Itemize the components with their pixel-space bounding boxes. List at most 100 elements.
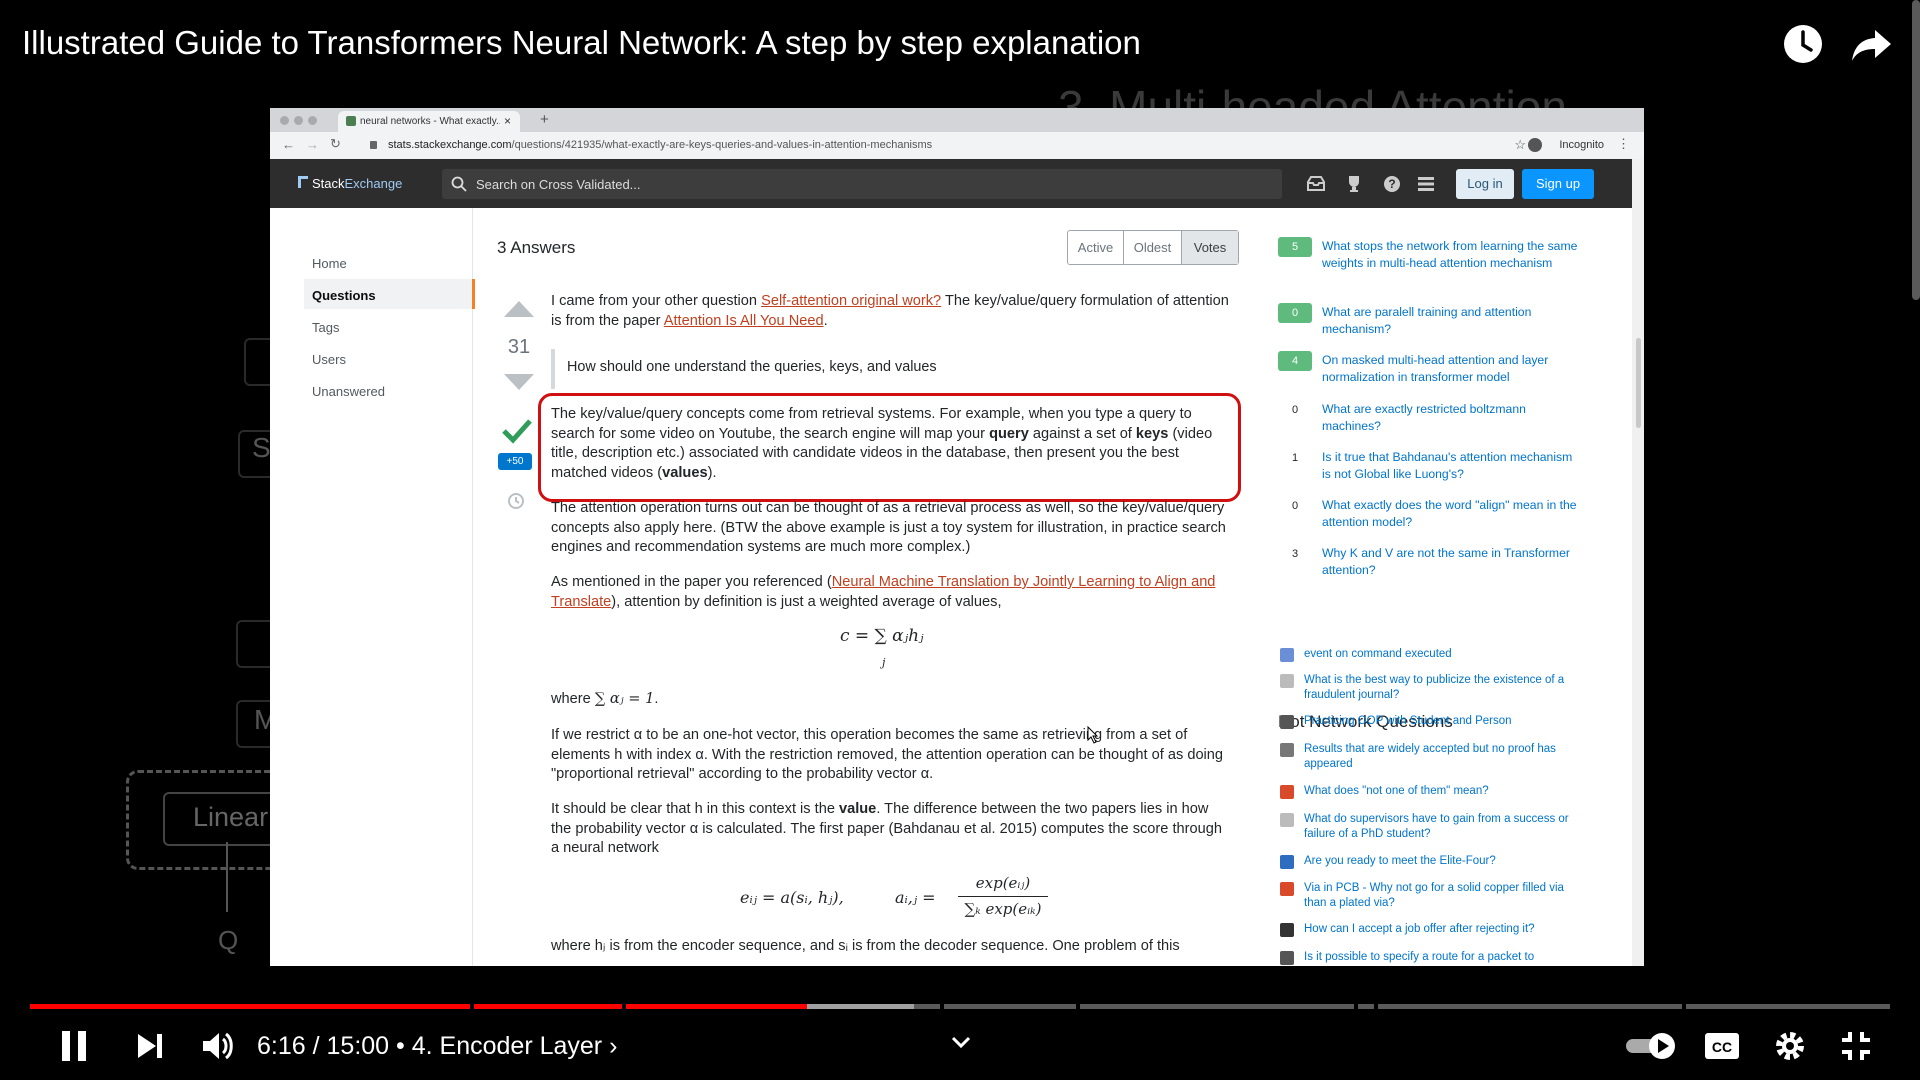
pause-icon[interactable] xyxy=(56,1026,96,1066)
hot-network-question-link[interactable]: What do supervisors have to gain from a … xyxy=(1304,812,1586,842)
settings-gear-icon[interactable] xyxy=(1770,1026,1810,1066)
chapter-marker xyxy=(1354,1003,1358,1010)
time-display: 6:16 / 15:00 • 4. Encoder Layer › xyxy=(257,1032,617,1061)
answer-paragraph: The key/value/query concepts come from r… xyxy=(551,405,1231,484)
browser-window: neural networks - What exactly... × + ← … xyxy=(270,108,1644,966)
answer-link[interactable]: Self-attention original work? xyxy=(761,293,941,309)
time-total: 15:00 xyxy=(326,1032,390,1060)
reload-icon[interactable]: ↻ xyxy=(330,136,341,152)
background-linear-label: Linear xyxy=(193,802,269,832)
inbox-icon[interactable] xyxy=(1306,174,1326,194)
new-tab-icon[interactable]: + xyxy=(540,111,549,128)
answer-emphasis: values xyxy=(662,465,708,482)
chapter-marker xyxy=(940,1003,944,1010)
sort-oldest-tab[interactable]: Oldest xyxy=(1124,231,1182,264)
captions-icon[interactable]: CC xyxy=(1702,1026,1742,1066)
help-icon[interactable]: ? xyxy=(1382,174,1402,194)
fraction-line xyxy=(958,896,1048,897)
share-icon[interactable] xyxy=(1849,22,1893,66)
achievements-icon[interactable] xyxy=(1344,174,1364,194)
logo-exchange: Exchange xyxy=(344,176,403,191)
linked-question-link[interactable]: On masked multi-head attention and layer… xyxy=(1322,352,1582,386)
site-search-input[interactable]: Search on Cross Validated... xyxy=(442,169,1282,199)
answer-text: against a set of xyxy=(1028,425,1136,442)
nav-tags[interactable]: Tags xyxy=(312,320,339,335)
login-button[interactable]: Log in xyxy=(1456,169,1514,199)
linked-question-score: 4 xyxy=(1278,351,1312,371)
answer-emphasis: value xyxy=(838,801,877,817)
autoplay-toggle-icon[interactable] xyxy=(1624,1026,1680,1066)
linked-question-link[interactable]: What are paralell training and attention… xyxy=(1322,304,1582,338)
next-icon[interactable] xyxy=(130,1026,170,1066)
chapter-chevron-icon[interactable]: › xyxy=(609,1032,617,1060)
history-icon[interactable] xyxy=(506,491,526,511)
watch-later-icon[interactable] xyxy=(1781,22,1825,66)
address-bar: ← → ↻ stats.stackexchange.com/questions/… xyxy=(270,132,1644,160)
chapter-title[interactable]: 4. Encoder Layer xyxy=(412,1032,602,1060)
answer-paragraph: I came from your other question Self-att… xyxy=(551,292,1231,331)
upvote-icon[interactable] xyxy=(504,301,534,317)
site-favicon-icon xyxy=(1280,882,1294,896)
downvote-icon[interactable] xyxy=(504,374,534,390)
stackexchange-logo-icon[interactable] xyxy=(298,176,308,188)
page-scrollbar[interactable] xyxy=(1632,159,1644,966)
nav-unanswered[interactable]: Unanswered xyxy=(312,384,385,399)
hot-network-question-link[interactable]: What is the best way to publicize the ex… xyxy=(1304,673,1586,703)
hot-network-question-link[interactable]: How can I accept a job offer after rejec… xyxy=(1304,922,1586,937)
tab-favicon-icon xyxy=(346,116,356,126)
answer-text: I came from your other question xyxy=(551,293,762,309)
answer-paragraph: As mentioned in the paper you referenced… xyxy=(551,573,1231,612)
site-header: StackExchange Search on Cross Validated.… xyxy=(270,159,1632,208)
hot-network-question-link[interactable]: Via in PCB - Why not go for a solid copp… xyxy=(1304,881,1586,911)
hot-network-question-link[interactable]: Results that are widely accepted but no … xyxy=(1304,742,1586,772)
url-field[interactable]: stats.stackexchange.com/questions/421935… xyxy=(388,139,932,151)
answer-paragraph: If we restrict α to be an one-hot vector… xyxy=(551,727,1224,783)
forward-icon[interactable]: → xyxy=(306,137,319,152)
player-scrollbar[interactable] xyxy=(1912,0,1920,300)
signup-button[interactable]: Sign up xyxy=(1522,169,1594,199)
sort-votes-tab[interactable]: Votes xyxy=(1182,231,1238,264)
browser-menu-icon[interactable]: ⋮ xyxy=(1617,136,1630,152)
bookmark-star-icon[interactable]: ☆ xyxy=(1514,137,1526,153)
linked-question-score: 1 xyxy=(1278,448,1312,468)
back-icon[interactable]: ← xyxy=(282,137,295,152)
linked-question-link[interactable]: What are exactly restricted boltzmann ma… xyxy=(1322,401,1582,435)
site-switcher-icon[interactable] xyxy=(1416,174,1436,194)
left-nav-divider xyxy=(472,208,473,966)
hot-network-question-link[interactable]: Is it possible to specify a route for a … xyxy=(1304,950,1586,964)
nav-home[interactable]: Home xyxy=(312,256,347,271)
window-minimize-dot[interactable] xyxy=(294,116,303,125)
linked-question-link[interactable]: Is it true that Bahdanau's attention mec… xyxy=(1322,449,1582,483)
answer-text: ), attention by definition is just a wei… xyxy=(611,593,1002,610)
hot-network-question-link[interactable]: Are you ready to meet the Elite-Four? xyxy=(1304,854,1586,869)
hot-network-question-link[interactable]: event on command executed xyxy=(1304,647,1586,662)
linked-question-link[interactable]: Why K and V are not the same in Transfor… xyxy=(1322,545,1582,579)
answer-link[interactable]: Attention Is All You Need xyxy=(664,313,824,329)
volume-icon[interactable] xyxy=(198,1026,238,1066)
answer-paragraph: The attention operation turns out can be… xyxy=(551,500,1226,556)
nav-questions[interactable]: Questions xyxy=(312,288,376,303)
incognito-icon xyxy=(1528,138,1542,152)
nav-users[interactable]: Users xyxy=(312,352,346,367)
hot-network-question-link[interactable]: Practicing OOP with Student and Person xyxy=(1304,714,1586,729)
mouse-cursor-icon xyxy=(1087,726,1099,744)
browser-tab[interactable]: neural networks - What exactly... × xyxy=(338,111,520,132)
window-close-dot[interactable] xyxy=(280,116,289,125)
url-path: /questions/421935/what-exactly-are-keys-… xyxy=(511,139,933,151)
hot-network-question-link[interactable]: What does "not one of them" mean? xyxy=(1304,784,1586,799)
answer-text: As mentioned in the paper you referenced… xyxy=(551,574,832,590)
exit-fullscreen-icon[interactable] xyxy=(1836,1026,1876,1066)
linked-question-link[interactable]: What stops the network from learning the… xyxy=(1322,238,1582,272)
site-logo[interactable]: StackExchange xyxy=(312,176,402,191)
window-maximize-dot[interactable] xyxy=(308,116,317,125)
site-favicon-icon xyxy=(1280,785,1294,799)
chevron-down-icon[interactable] xyxy=(950,1034,972,1050)
tab-close-icon[interactable]: × xyxy=(504,114,511,128)
equation-weighted-sum: c = ∑ αⱼhⱼ xyxy=(840,626,924,646)
page-scrollbar-thumb[interactable] xyxy=(1636,338,1641,428)
site-favicon-icon xyxy=(1280,951,1294,965)
equation-subscript: j xyxy=(882,656,886,669)
linked-question-link[interactable]: What exactly does the word "align" mean … xyxy=(1322,497,1582,531)
sort-active-tab[interactable]: Active xyxy=(1068,231,1124,264)
logo-stack: Stack xyxy=(312,176,345,191)
